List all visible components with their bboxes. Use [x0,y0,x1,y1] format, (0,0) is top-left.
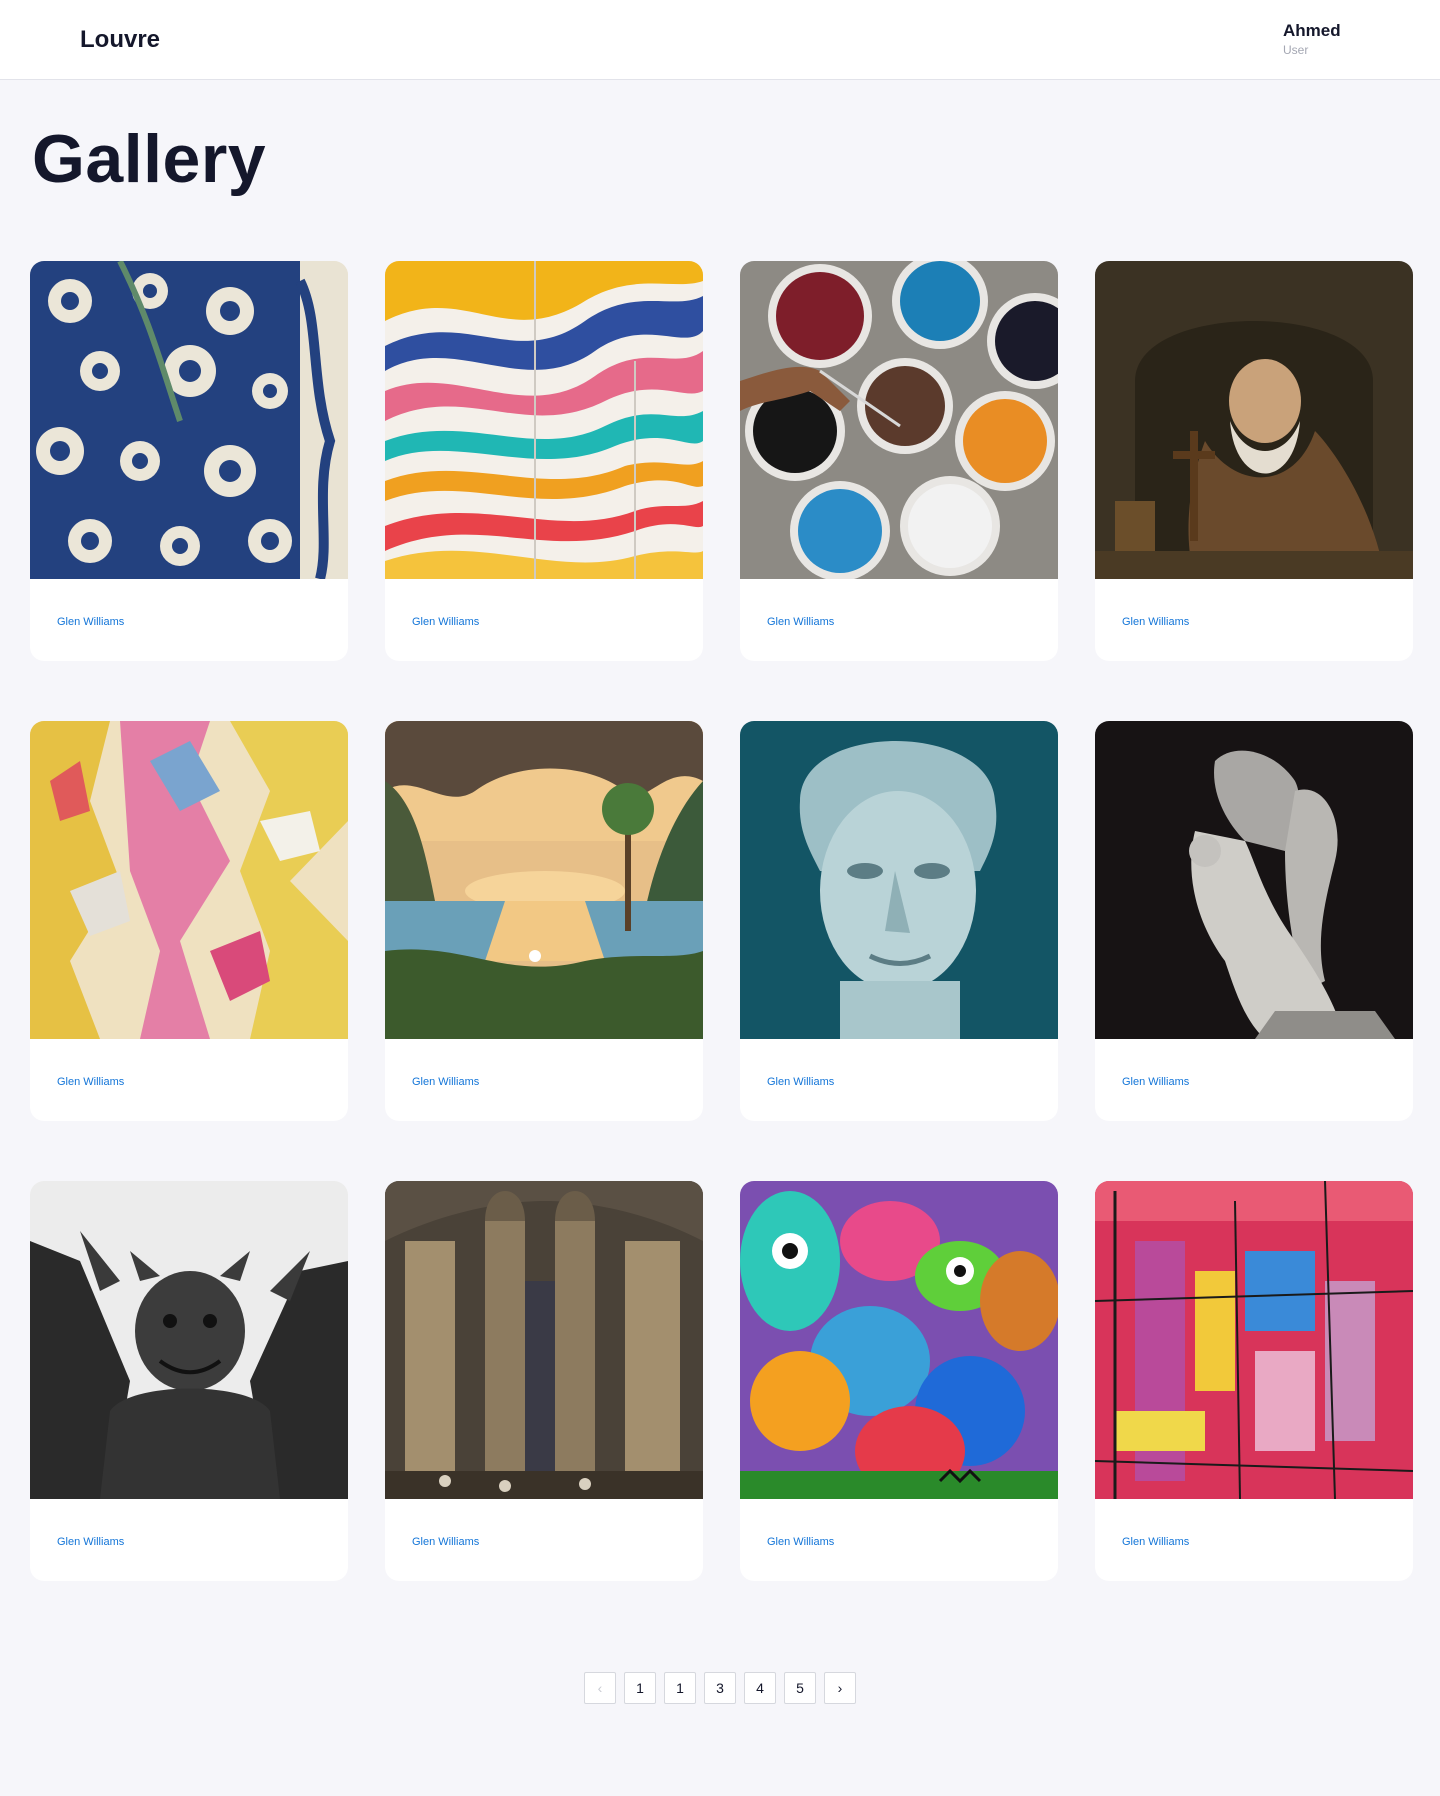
top-header: Louvre Ahmed User [0,0,1440,80]
next-page-button[interactable]: › [824,1672,856,1704]
artwork-image[interactable] [1095,1181,1413,1499]
chevron-right-icon: › [837,1680,843,1696]
graffiti-monsters-image [740,1181,1058,1499]
page-button-2[interactable]: 1 [664,1672,696,1704]
gallery-card[interactable]: Glen Williams [1095,1181,1413,1581]
user-name: Ahmed [1283,21,1341,40]
gallery-card[interactable]: Glen Williams [385,1181,703,1581]
chevron-left-icon: ‹ [597,1680,603,1696]
artist-name-link[interactable]: Glen Williams [57,1536,124,1548]
tropical-grotto-landscape-image [385,721,703,1039]
artist-name-link[interactable]: Glen Williams [1122,616,1189,628]
gallery-card[interactable]: Glen Williams [385,261,703,661]
old-man-praying-painting-image [1095,261,1413,579]
artwork-image[interactable] [30,1181,348,1499]
artwork-image[interactable] [1095,261,1413,579]
abstract-red-brushstrokes-image [1095,1181,1413,1499]
artist-name-link[interactable]: Glen Williams [767,1536,834,1548]
gallery-card[interactable]: Glen Williams [30,721,348,1121]
artist-name-link[interactable]: Glen Williams [412,1076,479,1088]
logo[interactable]: Louvre [80,26,160,54]
gallery-card[interactable]: Glen Williams [740,721,1058,1121]
gallery-card[interactable]: Glen Williams [1095,261,1413,661]
artwork-image[interactable] [385,1181,703,1499]
artwork-image[interactable] [740,721,1058,1039]
artwork-image[interactable] [740,261,1058,579]
teal-statue-head-image [740,721,1058,1039]
abstract-yellow-pink-paint-image [30,721,348,1039]
artwork-image[interactable] [385,721,703,1039]
colorful-wave-mural-image [385,261,703,579]
artwork-image[interactable] [30,721,348,1039]
artist-name-link[interactable]: Glen Williams [1122,1536,1189,1548]
artist-name-link[interactable]: Glen Williams [767,616,834,628]
gallery-card[interactable]: Glen Williams [740,1181,1058,1581]
page-button-3[interactable]: 3 [704,1672,736,1704]
artist-name-link[interactable]: Glen Williams [57,1076,124,1088]
page-title: Gallery [32,121,267,197]
user-role: User [1283,43,1309,57]
page-button-1[interactable]: 1 [624,1672,656,1704]
blue-floral-pattern-image [30,261,348,579]
gothic-cathedral-interior-image [385,1181,703,1499]
user-profile[interactable]: Ahmed User [1283,21,1341,57]
paint-buckets-image [740,261,1058,579]
gallery-card[interactable]: Glen Williams [1095,721,1413,1121]
gallery-card[interactable]: Glen Williams [30,1181,348,1581]
artist-name-link[interactable]: Glen Williams [412,616,479,628]
page-button-5[interactable]: 5 [784,1672,816,1704]
artist-name-link[interactable]: Glen Williams [57,616,124,628]
gargoyle-statue-image [30,1181,348,1499]
artwork-image[interactable] [740,1181,1058,1499]
artwork-image[interactable] [1095,721,1413,1039]
artwork-image[interactable] [30,261,348,579]
artwork-image[interactable] [385,261,703,579]
gallery-card[interactable]: Glen Williams [385,721,703,1121]
marble-sculpture-dark-image [1095,721,1413,1039]
artist-name-link[interactable]: Glen Williams [1122,1076,1189,1088]
artist-name-link[interactable]: Glen Williams [767,1076,834,1088]
prev-page-button[interactable]: ‹ [584,1672,616,1704]
page-button-4[interactable]: 4 [744,1672,776,1704]
gallery-card[interactable]: Glen Williams [740,261,1058,661]
artist-name-link[interactable]: Glen Williams [412,1536,479,1548]
gallery-card[interactable]: Glen Williams [30,261,348,661]
